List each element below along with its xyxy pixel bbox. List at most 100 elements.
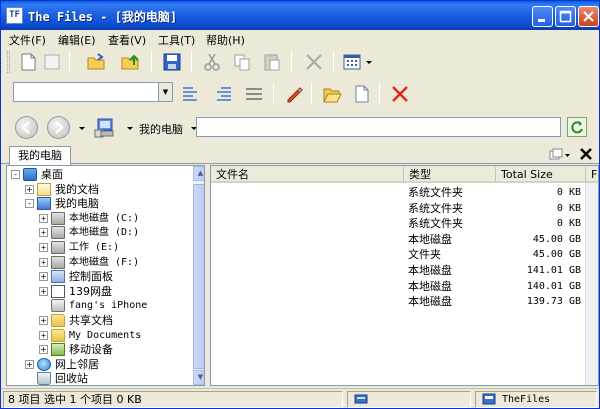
address-bar: 我的电脑 bbox=[1, 111, 599, 144]
tree-item[interactable]: + 移动设备 bbox=[7, 342, 191, 357]
forward-button[interactable] bbox=[47, 116, 70, 139]
location-icon-button[interactable] bbox=[93, 117, 115, 139]
filter-combo[interactable]: ▼ bbox=[13, 82, 173, 102]
scroll-up-button[interactable]: ▲ bbox=[193, 166, 204, 181]
paste-icon bbox=[264, 54, 280, 71]
expand-icon[interactable]: + bbox=[39, 257, 48, 267]
open-button[interactable] bbox=[321, 83, 343, 105]
list-button[interactable] bbox=[243, 83, 265, 105]
location-dropdown[interactable] bbox=[125, 123, 135, 133]
menu-bar: 文件(F) 编辑(E) 查看(V) 工具(T) 帮助(H) bbox=[1, 30, 599, 48]
collapse-icon[interactable]: - bbox=[25, 199, 34, 209]
refresh-button[interactable] bbox=[567, 117, 587, 137]
drive-small-icon bbox=[354, 394, 368, 404]
expand-icon[interactable]: + bbox=[39, 345, 48, 355]
expand-icon[interactable]: + bbox=[25, 184, 34, 194]
address-input[interactable] bbox=[196, 117, 561, 137]
tree-item[interactable]: +139网盘 bbox=[7, 284, 191, 299]
edit-button[interactable] bbox=[283, 83, 305, 105]
tab-list-button[interactable] bbox=[549, 148, 571, 165]
folder-tree[interactable]: - 桌面 + 我的文档 - 我的电脑 + 本地磁盘 (C:) + 本地磁盘 (D:) + 工作 (E:… bbox=[6, 165, 205, 386]
list-row[interactable]: 共享文档文件夹45.00 GB bbox=[211, 247, 598, 263]
remove-button[interactable] bbox=[389, 83, 411, 105]
delete-icon bbox=[306, 54, 322, 70]
tree-item[interactable]: 回收站 bbox=[7, 371, 191, 385]
scroll-down-button[interactable]: ▼ bbox=[193, 370, 204, 385]
view-mode-button[interactable] bbox=[341, 51, 363, 73]
maximize-button[interactable] bbox=[555, 6, 576, 27]
toolbar-grip[interactable] bbox=[7, 51, 10, 73]
list-row[interactable]: 139网盘系统文件夹0 KB bbox=[211, 216, 598, 232]
list-row[interactable]: 控制面板系统文件夹0 KB bbox=[211, 185, 598, 201]
menu-tools[interactable]: 工具(T) bbox=[158, 32, 195, 48]
title-bar[interactable]: TF The Files - [我的电脑] bbox=[1, 1, 599, 30]
dropdown-arrow-icon bbox=[366, 61, 372, 64]
back-button[interactable] bbox=[15, 116, 38, 139]
minimize-button[interactable] bbox=[532, 6, 553, 27]
tree-item[interactable]: + 控制面板 bbox=[7, 269, 191, 284]
scroll-thumb[interactable] bbox=[193, 184, 204, 369]
tree-item[interactable]: + 工作 (E:) bbox=[7, 240, 191, 255]
tree-item[interactable]: + 网上邻居 bbox=[7, 357, 191, 372]
expand-icon[interactable]: + bbox=[39, 330, 48, 340]
tree-item[interactable]: + 我的文档 bbox=[7, 182, 191, 197]
list-scrollbar[interactable] bbox=[585, 183, 598, 385]
expand-icon[interactable]: + bbox=[39, 316, 48, 325]
refresh-icon bbox=[571, 121, 583, 134]
tree-item[interactable]: + My Documents bbox=[7, 328, 191, 343]
align-right-button[interactable] bbox=[213, 83, 235, 105]
up-folder-button[interactable] bbox=[119, 51, 141, 73]
expand-icon[interactable]: + bbox=[39, 213, 48, 223]
expand-icon[interactable]: + bbox=[39, 228, 48, 238]
tree-scrollbar[interactable]: ▲ ▼ bbox=[193, 166, 204, 385]
tree-item[interactable]: + 共享文档 bbox=[7, 313, 191, 328]
delete-button[interactable] bbox=[303, 51, 325, 73]
new-file-button[interactable] bbox=[17, 51, 39, 73]
toolbar-secondary bbox=[175, 79, 435, 109]
save-button[interactable] bbox=[161, 51, 183, 73]
tab-my-computer[interactable]: 我的电脑 bbox=[9, 146, 71, 165]
menu-file[interactable]: 文件(F) bbox=[9, 32, 46, 48]
file-list[interactable]: 文件名 类型 Total Size F 控制面板系统文件夹0 KB移动设备系统文… bbox=[210, 165, 599, 386]
align-left-button[interactable] bbox=[179, 83, 201, 105]
list-row[interactable]: 工作 (E:)本地磁盘140.01 GB bbox=[211, 279, 598, 295]
copy-button[interactable] bbox=[231, 51, 253, 73]
expand-icon[interactable]: + bbox=[39, 272, 48, 282]
tree-item[interactable]: + 本地磁盘 (D:) bbox=[7, 225, 191, 240]
menu-view[interactable]: 查看(V) bbox=[108, 32, 146, 48]
list-row[interactable]: 移动设备系统文件夹0 KB bbox=[211, 201, 598, 217]
close-button[interactable] bbox=[578, 6, 599, 27]
file-total-size: 45.00 GB bbox=[532, 233, 581, 245]
paste-button[interactable] bbox=[261, 51, 283, 73]
expand-icon[interactable]: + bbox=[39, 286, 48, 296]
tree-item[interactable]: fang's iPhone bbox=[7, 298, 191, 313]
column-header-name[interactable]: 文件名 bbox=[211, 167, 404, 182]
view-mode-dropdown[interactable] bbox=[363, 51, 375, 73]
expand-icon[interactable]: + bbox=[25, 359, 34, 369]
file-type: 文件夹 bbox=[408, 248, 441, 262]
collapse-icon[interactable]: - bbox=[11, 170, 20, 179]
cut-button[interactable] bbox=[201, 51, 223, 73]
expand-icon[interactable]: + bbox=[39, 243, 48, 252]
new-window-button[interactable] bbox=[41, 51, 63, 73]
menu-help[interactable]: 帮助(H) bbox=[206, 32, 245, 48]
menu-edit[interactable]: 编辑(E) bbox=[58, 32, 96, 48]
history-dropdown[interactable] bbox=[77, 123, 87, 133]
list-row[interactable]: 本地磁盘 (D:)本地磁盘141.01 GB bbox=[211, 263, 598, 279]
tree-item[interactable]: + 本地磁盘 (C:) bbox=[7, 211, 191, 226]
properties-button[interactable] bbox=[351, 83, 373, 105]
open-folder-button[interactable] bbox=[85, 51, 107, 73]
column-header-total-size[interactable]: Total Size bbox=[496, 167, 586, 182]
list-row[interactable]: 本地磁盘 (C:)本地磁盘45.00 GB bbox=[211, 232, 598, 248]
list-row[interactable]: 本地磁盘 (F:)本地磁盘139.73 GB bbox=[211, 294, 598, 310]
tree-item[interactable]: + 本地磁盘 (F:) bbox=[7, 255, 191, 270]
tree-item-label: 移动设备 bbox=[69, 343, 113, 357]
close-tab-button[interactable] bbox=[579, 147, 593, 164]
tree-item[interactable]: - 桌面 bbox=[7, 167, 191, 182]
address-label[interactable]: 我的电脑 bbox=[139, 121, 183, 137]
column-header-type[interactable]: 类型 bbox=[404, 167, 496, 182]
tree-item[interactable]: - 我的电脑 bbox=[7, 196, 191, 211]
my-computer-icon bbox=[37, 197, 51, 211]
column-header-free[interactable]: F bbox=[586, 167, 598, 182]
combo-arrow-icon[interactable]: ▼ bbox=[158, 83, 172, 101]
